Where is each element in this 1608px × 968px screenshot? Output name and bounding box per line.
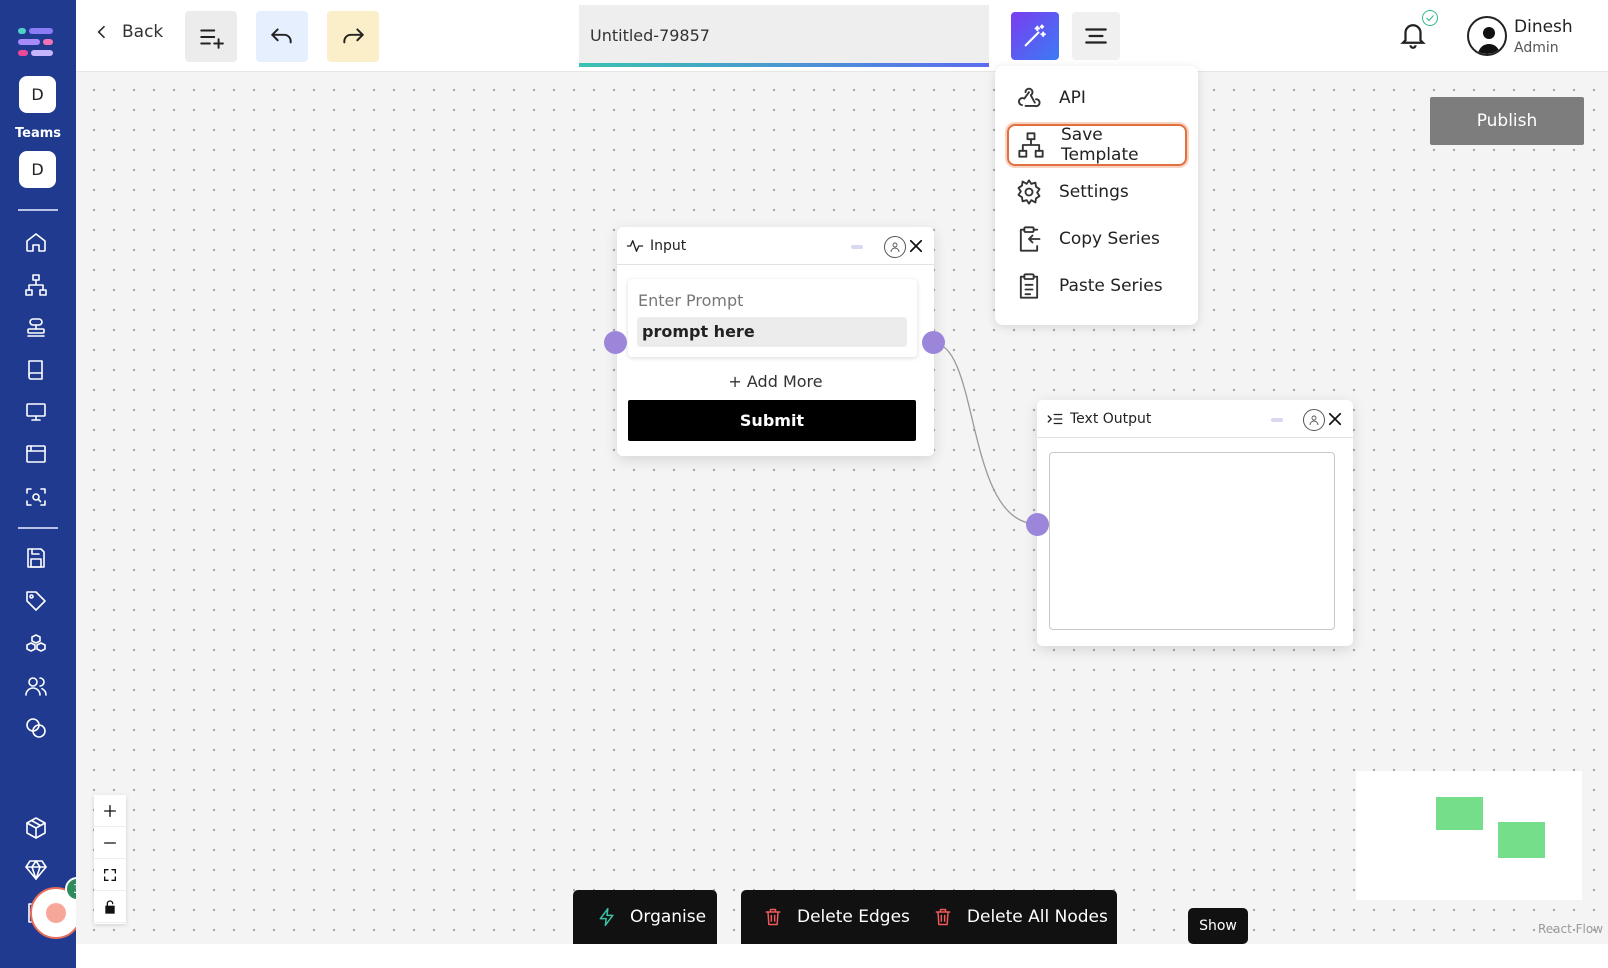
input-node-source-handle[interactable] [922,331,945,354]
activity-icon [626,239,644,252]
delete-edges-label: Delete Edges [797,907,910,927]
menu-item-copy-series[interactable]: Copy Series [1007,218,1187,260]
node-assign-button[interactable] [1303,409,1325,431]
menu-item-settings[interactable]: Settings [1007,171,1187,213]
minus-icon [104,841,116,844]
menu-item-settings-label: Settings [1059,182,1129,202]
lock-button[interactable] [94,891,126,923]
delete-all-nodes-button[interactable]: Delete All Nodes [933,907,1108,927]
person-icon [1309,415,1319,426]
input-node-title: Input [650,237,687,254]
lock-icon [105,899,115,914]
add-more-button[interactable]: + Add More [617,372,934,391]
output-node-target-handle[interactable] [1026,513,1049,536]
input-node-target-handle[interactable] [604,331,627,354]
close-icon [1328,412,1342,426]
fit-view-button[interactable] [94,859,126,891]
menu-item-copy-series-label: Copy Series [1059,229,1160,249]
person-icon [890,242,900,253]
submit-button[interactable]: Submit [628,400,916,441]
prompt-label: Enter Prompt [638,291,744,310]
node-collapse-handle[interactable] [1271,418,1283,422]
node-close-button[interactable] [907,237,925,255]
connection-edge[interactable] [932,342,1038,525]
organise-label: Organise [630,907,707,927]
organise-button[interactable]: Organise [573,890,717,944]
menu-item-save-template[interactable]: Save Template [1007,124,1187,166]
delete-toolbar: Delete Edges Delete All Nodes [741,890,1117,944]
show-button[interactable]: Show [1188,908,1248,944]
zoom-out-button[interactable] [94,827,126,859]
publish-button[interactable]: Publish [1430,97,1584,145]
close-icon [909,239,923,253]
minimap-node [1436,797,1483,830]
react-flow-attribution[interactable]: React Flow [1538,922,1603,936]
menu-item-save-template-label: Save Template [1061,125,1139,165]
node-collapse-handle[interactable] [851,245,863,249]
plus-icon [104,804,116,817]
node-assign-button[interactable] [884,236,906,258]
input-node[interactable]: Input Enter Prompt prompt here + Add Mor… [617,227,934,456]
text-output-node[interactable]: Text Output [1037,400,1353,646]
clipboard-copy-icon [1019,226,1041,252]
webhook-icon [1018,87,1041,108]
minimap[interactable] [1356,771,1582,900]
lightning-icon [599,907,614,927]
prompt-field: Enter Prompt prompt here [628,279,917,357]
delete-all-nodes-label: Delete All Nodes [966,907,1108,927]
fit-view-icon [104,868,116,881]
options-dropdown: API Save Template Settings Copy Series P… [995,66,1198,325]
menu-item-api[interactable]: API [1007,77,1187,119]
text-output-area[interactable] [1049,452,1335,630]
clipboard-list-icon [1019,273,1039,299]
delete-edges-button[interactable]: Delete Edges [763,907,910,927]
trash-icon [765,908,781,926]
trash-icon [935,908,951,926]
menu-item-paste-series[interactable]: Paste Series [1007,265,1187,307]
zoom-in-button[interactable] [94,795,126,827]
prompt-input[interactable]: prompt here [637,317,907,347]
sitemap-icon [1018,132,1044,158]
menu-item-api-label: API [1059,88,1086,108]
minimap-node [1498,822,1545,858]
node-close-button[interactable] [1326,410,1344,428]
output-node-title: Text Output [1070,410,1152,427]
list-indent-icon [1047,413,1063,424]
gear-icon [1017,179,1041,205]
menu-item-paste-series-label: Paste Series [1059,276,1163,296]
flow-controls [94,795,126,924]
